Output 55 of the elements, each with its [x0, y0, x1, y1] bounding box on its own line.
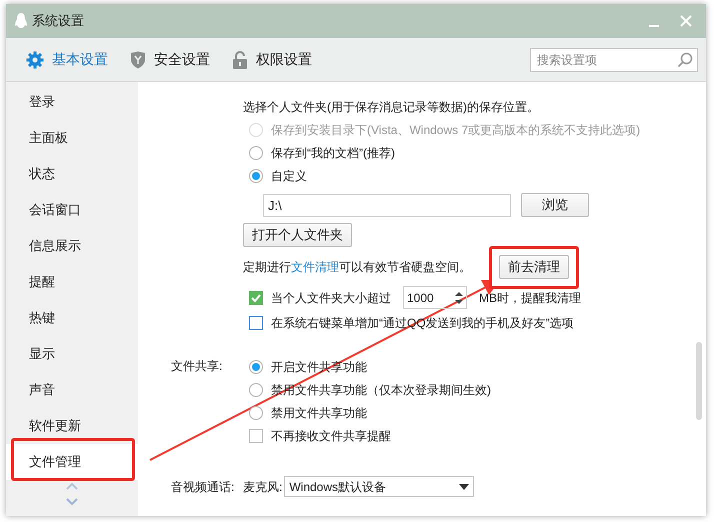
sidebar-item[interactable]: 软件更新 [6, 408, 138, 444]
checkbox[interactable] [249, 290, 263, 304]
option-label: MB时，提醒我清理 [479, 290, 581, 306]
option-label: 当个人文件夹大小超过 [271, 290, 391, 306]
sidebar-item[interactable]: 会话窗口 [6, 192, 138, 228]
radio-button[interactable] [249, 406, 263, 420]
sidebar-item[interactable]: 文件管理 [6, 444, 138, 480]
option-label: 保存到“我的文档”(推荐) [271, 144, 395, 162]
cleanup-button[interactable]: 前去清理 [499, 255, 569, 279]
sidebar-item[interactable]: 热键 [6, 300, 138, 336]
scroll-up-icon[interactable] [66, 482, 78, 490]
settings-tab[interactable]: 权限设置 [232, 49, 312, 70]
sidebar-item[interactable]: 显示 [6, 336, 138, 372]
open-folder-button[interactable]: 打开个人文件夹 [243, 223, 352, 247]
search-field[interactable]: 搜索设置项 [530, 48, 698, 72]
sidebar-item[interactable]: 信息展示 [6, 228, 138, 264]
sidebar-item[interactable]: 声音 [6, 372, 138, 408]
settings-tab[interactable]: 安全设置 [130, 49, 210, 70]
sidebar-item[interactable]: 登录 [6, 84, 138, 120]
spinner-arrows-icon[interactable] [455, 290, 463, 304]
lock-icon [232, 50, 248, 68]
section-label: 文件共享: [171, 358, 224, 375]
option-label: 保存到安装目录下(Vista、Windows 7或更高版本的系统不支持此选项) [271, 122, 640, 138]
penguin-icon [14, 12, 28, 30]
search-icon [677, 52, 693, 68]
cleanup-text: 定期进行文件清理可以有效节省硬盘空间。 [243, 259, 471, 276]
section-heading: 选择个人文件夹(用于保存消息记录等数据)的保存位置。 [243, 99, 540, 116]
dropdown-arrow-icon [459, 484, 470, 490]
checkbox[interactable] [249, 316, 263, 330]
radio-button[interactable] [249, 360, 263, 374]
radio-button[interactable] [249, 168, 263, 182]
settings-tab[interactable]: 基本设置 [26, 49, 108, 70]
sidebar-item[interactable]: 状态 [6, 156, 138, 192]
option-label: 禁用文件共享功能 [271, 404, 367, 422]
minimize-icon [649, 25, 659, 27]
browse-button[interactable]: 浏览 [521, 193, 589, 217]
scroll-down-icon[interactable] [66, 498, 78, 506]
close-icon [680, 15, 692, 27]
shield-icon [130, 50, 146, 68]
path-field[interactable]: J:\ [263, 194, 511, 216]
number-spinner[interactable]: 1000 [403, 286, 467, 309]
microphone-dropdown[interactable]: Windows默认设备 [284, 476, 474, 497]
gear-icon [26, 50, 44, 68]
option-label: 自定义 [271, 168, 307, 184]
section-label: 音视频通话: [171, 478, 236, 496]
checkbox[interactable] [249, 428, 263, 442]
scrollbar-thumb[interactable] [696, 342, 702, 420]
sidebar-item[interactable]: 提醒 [6, 264, 138, 300]
radio-button[interactable] [249, 382, 263, 396]
cleanup-link[interactable]: 文件清理 [291, 260, 339, 274]
field-label: 麦克风: [243, 478, 282, 496]
option-label: 不再接收文件共享提醒 [271, 428, 391, 444]
sidebar-item[interactable]: 主面板 [6, 120, 138, 156]
radio-button[interactable] [249, 146, 263, 160]
window-title: 系统设置 [32, 12, 84, 30]
